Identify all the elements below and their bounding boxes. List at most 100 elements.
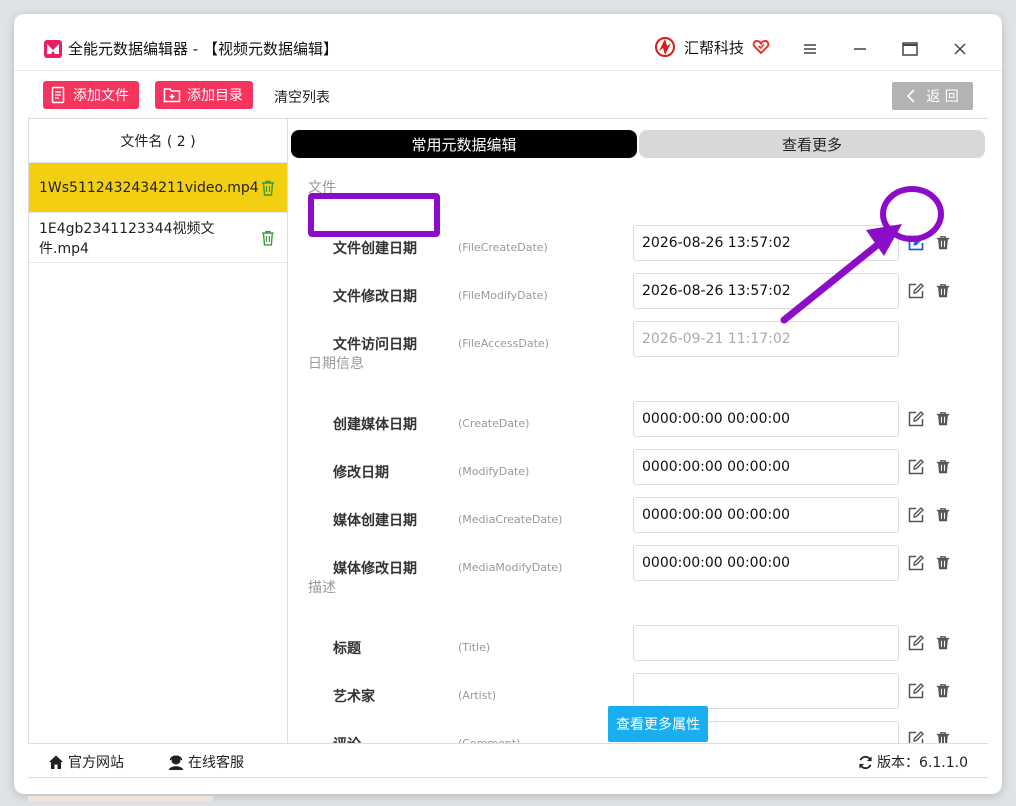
clear-list-button[interactable]: 清空列表 [274,87,330,107]
trash-icon[interactable] [261,180,275,196]
field-label: 艺术家 [333,689,375,705]
trash-icon[interactable] [935,507,953,525]
section-file-label: 文件 [308,180,336,196]
field-key: (CreateDate) [458,417,530,430]
edit-icon[interactable] [907,730,925,743]
field-label: 文件访问日期 [333,337,417,353]
add-folder-button[interactable]: 添加目录 [155,81,253,109]
field-key: (FileModifyDate) [458,289,548,302]
tab-common-metadata[interactable]: 常用元数据编辑 [291,130,637,158]
app-window: 全能元数据编辑器 - 【视频元数据编辑】 汇帮科技 添加文件 添加目录 清空列表… [14,14,1002,794]
metadata-panel: 常用元数据编辑 查看更多 文件 日期信息 描述 文件创建日期 (FileCreat… [288,118,988,744]
background-strip [28,796,213,802]
title-bar: 全能元数据编辑器 - 【视频元数据编辑】 汇帮科技 [14,14,1002,70]
file-list-item[interactable]: 1E4gb2341123344视频文件.mp4 [29,213,287,263]
window-title: 全能元数据编辑器 - 【视频元数据编辑】 [68,40,338,58]
app-logo-icon [44,40,62,58]
official-website-link[interactable]: 官方网站 [48,752,124,772]
field-label: 媒体修改日期 [333,561,417,577]
field-value-input[interactable] [633,673,899,709]
edit-icon[interactable] [907,634,925,652]
edit-icon[interactable] [907,234,925,252]
heart-icon[interactable] [752,38,770,56]
minimize-icon[interactable] [849,38,871,60]
field-value: 0000:00:00 00:00:00 [642,555,791,571]
field-label: 创建媒体日期 [333,417,417,433]
tab-view-more[interactable]: 查看更多 [639,130,985,158]
field-value-input[interactable] [633,625,899,661]
trash-icon[interactable] [935,635,953,653]
field-key: (MediaCreateDate) [458,513,563,526]
edit-icon[interactable] [907,282,925,300]
field-value-input[interactable]: 0000:00:00 00:00:00 [633,401,899,437]
field-label: 文件修改日期 [333,289,417,305]
field-label: 文件创建日期 [333,241,417,257]
field-value-input[interactable]: 2026-09-21 11:17:02 [633,321,899,357]
trash-icon[interactable] [935,555,953,573]
file-name: 1Ws5112432434211video.mp4 [39,179,259,196]
toolbar: 添加文件 添加目录 清空列表 返 回 [14,70,1002,118]
trash-icon[interactable] [935,683,953,701]
online-support-label: 在线客服 [188,755,244,771]
version-info: 版本：6.1.1.0 [858,752,968,772]
trash-icon[interactable] [935,411,953,429]
edit-icon[interactable] [907,554,925,572]
view-more-properties-button[interactable]: 查看更多属性 [608,706,708,742]
file-list-item[interactable]: 1Ws5112432434211video.mp4 [29,163,287,213]
field-value-input[interactable]: 2026-08-26 13:57:02 [633,225,899,261]
file-list-header: 文件名 ( 2 ) [29,119,287,163]
field-key: (FileCreateDate) [458,241,548,254]
edit-icon[interactable] [907,682,925,700]
maximize-icon[interactable] [899,38,921,60]
field-value-input[interactable]: 0000:00:00 00:00:00 [633,497,899,533]
back-label: 返 回 [926,89,959,105]
online-support-link[interactable]: 在线客服 [168,752,244,772]
edit-icon[interactable] [907,506,925,524]
field-value: 0000:00:00 00:00:00 [642,411,791,427]
field-value: 2026-08-26 13:57:02 [642,283,791,299]
trash-icon[interactable] [935,731,953,743]
close-icon[interactable] [949,38,971,60]
field-key: (Title) [458,641,491,654]
add-folder-label: 添加目录 [187,88,243,104]
section-date-label: 日期信息 [308,356,364,372]
trash-icon[interactable] [935,283,953,301]
field-key: (MediaModifyDate) [458,561,563,574]
support-icon [169,755,183,770]
trash-icon[interactable] [935,459,953,477]
add-file-label: 添加文件 [73,88,129,104]
field-label: 评论 [333,734,361,743]
field-label: 标题 [333,641,361,657]
brand-name: 汇帮科技 [684,38,745,57]
status-bar: 官方网站 在线客服 版本：6.1.1.0 [28,744,988,778]
field-value: 2026-08-26 13:57:02 [642,235,791,251]
field-key: (Comment) [458,737,521,744]
field-label: 修改日期 [333,465,389,481]
field-key: (ModifyDate) [458,465,530,478]
field-value-input[interactable]: 2026-08-26 13:57:02 [633,273,899,309]
official-website-label: 官方网站 [68,755,124,771]
trash-icon[interactable] [261,230,275,246]
file-list-panel: 文件名 ( 2 ) 1Ws5112432434211video.mp4 1E4g… [28,118,288,744]
edit-icon[interactable] [907,458,925,476]
field-placeholder: 2026-09-21 11:17:02 [642,331,791,347]
brand: 汇帮科技 [654,36,770,58]
add-file-icon [51,86,65,104]
brand-logo-icon [655,37,675,57]
back-button[interactable]: 返 回 [892,82,973,110]
version-label: 版本：6.1.1.0 [877,755,968,771]
file-name: 1E4gb2341123344视频文件.mp4 [39,220,215,257]
add-folder-icon [163,88,181,103]
field-key: (FileAccessDate) [458,337,549,350]
menu-icon[interactable] [799,38,821,60]
field-value-input[interactable]: 0000:00:00 00:00:00 [633,545,899,581]
field-value: 0000:00:00 00:00:00 [642,507,791,523]
trash-icon[interactable] [935,235,953,253]
field-value-input[interactable]: 0000:00:00 00:00:00 [633,449,899,485]
refresh-icon [859,755,872,769]
field-value: 0000:00:00 00:00:00 [642,459,791,475]
edit-icon[interactable] [907,410,925,428]
field-label: 媒体创建日期 [333,513,417,529]
add-file-button[interactable]: 添加文件 [43,81,139,109]
field-key: (Artist) [458,689,497,702]
